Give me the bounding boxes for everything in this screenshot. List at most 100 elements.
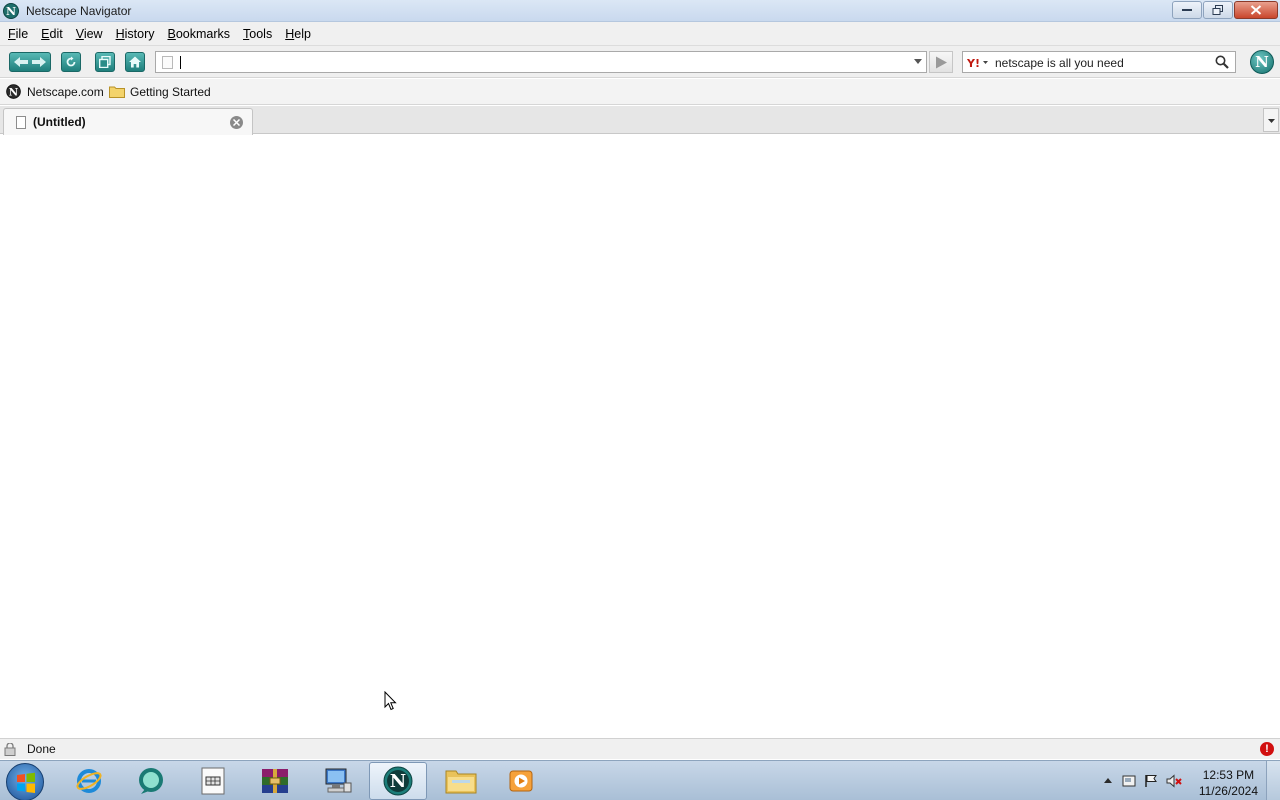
- svg-text:Y!: Y!: [967, 57, 980, 70]
- back-forward-button[interactable]: [9, 52, 51, 72]
- minimize-button[interactable]: [1172, 1, 1202, 19]
- taskbar-media-player[interactable]: [492, 762, 550, 800]
- menu-bookmarks-accel: B: [167, 26, 176, 41]
- spreadsheet-icon: [201, 767, 225, 795]
- document-icon: [16, 116, 26, 129]
- page-icon: [162, 56, 173, 69]
- svg-text:N: N: [9, 86, 18, 98]
- status-text: Done: [27, 742, 56, 756]
- svg-text:N: N: [390, 771, 406, 792]
- internet-explorer-icon: [76, 769, 102, 793]
- taskbar-spreadsheet[interactable]: [184, 762, 242, 800]
- clock-time: 12:53 PM: [1202, 768, 1255, 782]
- winrar-icon: [262, 769, 288, 793]
- url-input[interactable]: [180, 54, 900, 70]
- restore-button[interactable]: [1203, 1, 1233, 19]
- brand-letter: N: [1255, 53, 1269, 71]
- menu-edit[interactable]: Edit: [36, 27, 71, 41]
- menu-help[interactable]: Help: [280, 27, 319, 41]
- start-orb-icon: [17, 772, 35, 793]
- taskbar-internet-explorer[interactable]: [60, 762, 118, 800]
- page-content[interactable]: [0, 135, 1280, 738]
- menu-file-accel: F: [8, 26, 16, 41]
- menu-help-accel: H: [285, 26, 295, 41]
- menu-file-label: ile: [15, 26, 29, 41]
- search-bar[interactable]: Y! netscape is all you need: [962, 51, 1236, 73]
- menu-file[interactable]: File: [3, 27, 36, 41]
- menu-tools[interactable]: Tools: [238, 27, 280, 41]
- search-input[interactable]: netscape is all you need: [995, 56, 1124, 70]
- text-caret: [180, 56, 181, 69]
- network-computer-icon: [325, 768, 352, 793]
- minimize-icon: [1182, 9, 1192, 11]
- start-button[interactable]: [6, 763, 44, 800]
- menu-view-accel: V: [75, 26, 84, 41]
- flag-icon[interactable]: [1144, 774, 1158, 788]
- close-button[interactable]: [1234, 1, 1278, 19]
- title-bar: N Netscape Navigator: [0, 0, 1280, 22]
- tab-list-button[interactable]: [1263, 108, 1279, 132]
- taskbar-netscape[interactable]: N: [369, 762, 427, 800]
- show-desktop-button[interactable]: [1266, 761, 1280, 800]
- taskbar-chat-app[interactable]: [122, 762, 180, 800]
- menu-bookmarks-label: ookmarks: [175, 26, 231, 41]
- taskbar-network-computer[interactable]: [308, 762, 366, 800]
- status-bar: Done !: [0, 738, 1280, 759]
- svg-text:N: N: [6, 5, 16, 18]
- yahoo-icon[interactable]: Y!: [967, 56, 989, 70]
- show-hidden-icons-icon[interactable]: [1104, 777, 1112, 783]
- page-status-icon: [4, 743, 16, 756]
- taskbar: N 12:53 PM 11/26/2024: [0, 760, 1280, 800]
- close-icon: [233, 119, 240, 126]
- system-clock[interactable]: 12:53 PM 11/26/2024: [1199, 767, 1258, 799]
- restore-icon: [1212, 5, 1223, 15]
- bookmarks-toolbar: N Netscape.com Getting Started: [0, 79, 1280, 105]
- tab-close-button[interactable]: [230, 116, 243, 129]
- chat-app-icon: [139, 768, 163, 794]
- menu-edit-label: dit: [49, 26, 63, 41]
- window-controls: [1172, 1, 1278, 19]
- netscape-brand-button[interactable]: N: [1250, 50, 1274, 74]
- url-bar[interactable]: [155, 51, 927, 73]
- tab-strip: (Untitled): [0, 106, 1280, 135]
- action-center-icon[interactable]: [1122, 774, 1136, 788]
- menu-view-label: iew: [83, 26, 103, 41]
- reload-icon: [66, 56, 76, 67]
- new-tab-icon: [99, 56, 111, 68]
- alert-icon[interactable]: !: [1260, 742, 1274, 756]
- netscape-n-icon: N: [3, 3, 19, 19]
- media-player-icon: [509, 770, 533, 792]
- go-button[interactable]: [929, 51, 953, 73]
- back-forward-icon: [14, 57, 46, 67]
- new-tab-button[interactable]: [95, 52, 115, 72]
- volume-muted-icon[interactable]: [1166, 774, 1182, 788]
- netscape-icon: N: [383, 766, 413, 796]
- menu-history-label: istory: [124, 26, 155, 41]
- go-arrow-icon: [936, 56, 947, 69]
- file-explorer-icon: [445, 770, 477, 794]
- chevron-down-icon: [1268, 119, 1275, 123]
- taskbar-winrar[interactable]: [246, 762, 304, 800]
- bookmark-netscape-com[interactable]: Netscape.com: [27, 85, 104, 99]
- menu-view[interactable]: View: [71, 27, 111, 41]
- folder-icon: [109, 86, 125, 98]
- clock-date: 11/26/2024: [1198, 784, 1258, 798]
- netscape-n-icon: N: [6, 84, 21, 99]
- menu-history[interactable]: History: [111, 27, 163, 41]
- taskbar-file-explorer[interactable]: [432, 762, 490, 800]
- mouse-pointer-icon: [384, 691, 397, 711]
- menu-tools-label: ools: [249, 26, 273, 41]
- menu-history-accel: H: [115, 26, 125, 41]
- menu-help-label: elp: [294, 26, 311, 41]
- home-button[interactable]: [125, 52, 145, 72]
- tab-label: (Untitled): [33, 115, 86, 129]
- system-tray: 12:53 PM 11/26/2024: [1090, 761, 1280, 800]
- menu-bookmarks[interactable]: Bookmarks: [163, 27, 239, 41]
- home-icon: [129, 56, 141, 68]
- tab-untitled[interactable]: (Untitled): [3, 108, 253, 135]
- bookmark-getting-started[interactable]: Getting Started: [130, 85, 211, 99]
- reload-button[interactable]: [61, 52, 81, 72]
- close-icon: [1250, 5, 1262, 15]
- chevron-down-icon[interactable]: [914, 59, 922, 64]
- search-icon[interactable]: [1215, 55, 1229, 69]
